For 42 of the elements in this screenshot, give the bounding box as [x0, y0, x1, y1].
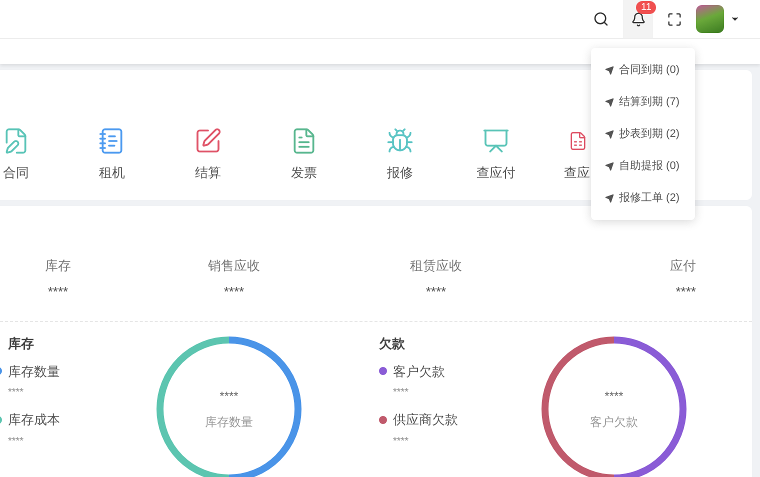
legend-label: 供应商欠款	[393, 411, 458, 429]
avatar[interactable]	[696, 5, 724, 33]
notification-item[interactable]: 报修工单 (2)	[591, 182, 695, 214]
stat-label: 应付	[670, 257, 696, 275]
notification-item[interactable]: 结算到期 (7)	[591, 86, 695, 118]
legend-value: ****	[393, 434, 410, 448]
section-title: 库存	[8, 335, 35, 353]
legend-label: 客户欠款	[393, 362, 445, 380]
stat-label: 租赁应收	[410, 257, 462, 275]
send-icon	[605, 130, 614, 138]
legend-label: 库存数量	[8, 362, 60, 380]
legend-value: ****	[393, 386, 410, 400]
bell-icon	[630, 12, 646, 26]
notification-badge: 11	[636, 1, 656, 14]
stat-label: 库存	[45, 257, 71, 275]
section-title: 欠款	[379, 335, 406, 353]
shortcut-item[interactable]: 发票	[256, 126, 352, 182]
shortcut-item[interactable]: 结算	[160, 126, 256, 182]
donut-label: 客户欠款	[590, 414, 638, 431]
donut-value: ****	[604, 388, 624, 405]
legend-label: 库存成本	[8, 411, 60, 429]
notification-button[interactable]: 11	[623, 0, 653, 38]
legend-value: ****	[8, 386, 25, 400]
donut-label: 库存数量	[205, 414, 253, 431]
send-icon	[605, 162, 614, 170]
send-icon	[605, 66, 614, 74]
shortcut-item[interactable]: 查应付	[448, 126, 544, 182]
search-icon[interactable]	[593, 11, 609, 27]
send-icon	[605, 98, 614, 106]
legend-value: ****	[8, 434, 25, 448]
shortcut-item[interactable]: 合同	[0, 126, 64, 182]
stat-value: ****	[224, 282, 244, 300]
stat-value: ****	[48, 282, 68, 300]
stat-value: ****	[676, 282, 696, 300]
send-icon	[605, 194, 614, 202]
donut-value: ****	[220, 388, 238, 405]
fullscreen-icon[interactable]	[667, 12, 682, 26]
stat-label: 销售应收	[208, 257, 260, 275]
stat-value: ****	[426, 282, 446, 300]
shortcut-item[interactable]: 报修	[352, 126, 448, 182]
shortcut-item[interactable]: 租机	[64, 126, 160, 182]
notification-item[interactable]: 合同到期 (0)	[591, 54, 695, 86]
